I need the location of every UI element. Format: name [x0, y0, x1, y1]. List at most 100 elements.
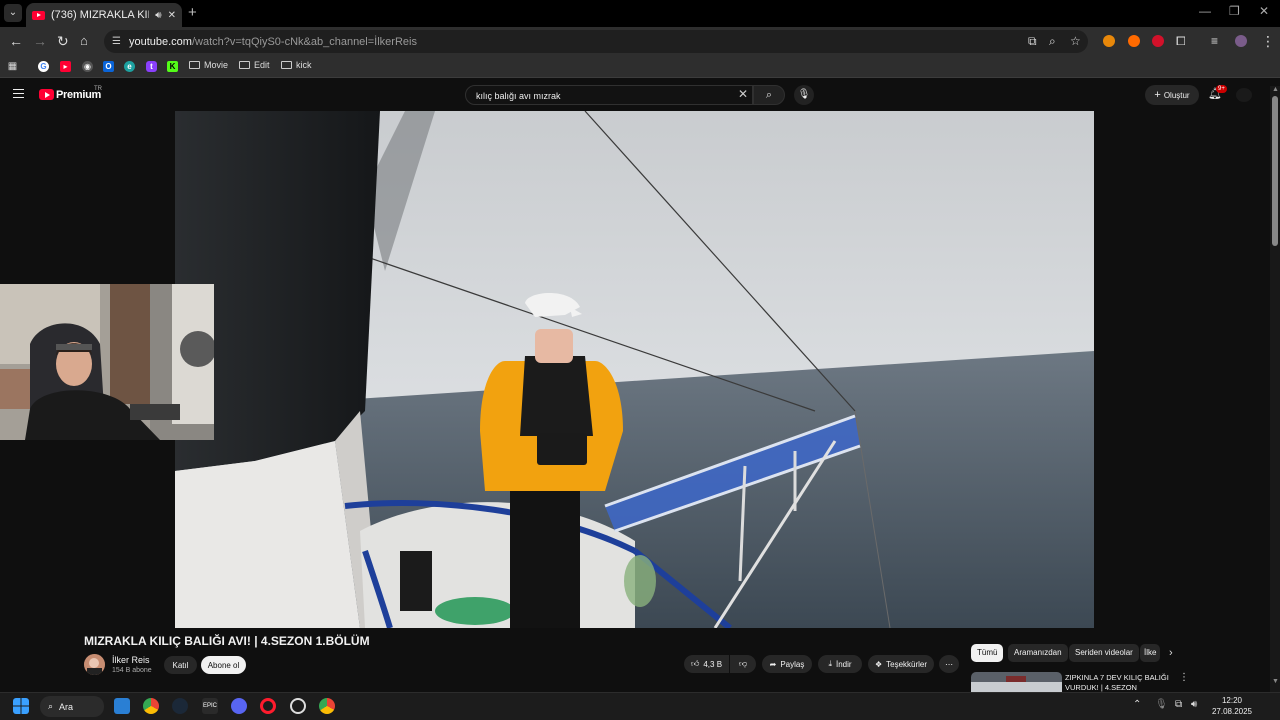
zoom-icon[interactable]: ⌕: [1049, 34, 1056, 49]
windows-taskbar: ⌕ Ara EPIC ⌃ 🎙︎ ⧉ 🔊︎ 12:20 27.08.2025: [0, 692, 1280, 720]
search-clear-icon[interactable]: ✕: [738, 88, 748, 100]
thumbs-down-icon: 👎︎: [738, 659, 748, 668]
chip-series-videos[interactable]: Seriden videolar: [1069, 644, 1139, 662]
recommended-thumbnail[interactable]: [971, 672, 1062, 692]
subscribe-button[interactable]: Abone ol: [201, 656, 246, 674]
window-close-button[interactable]: ✕: [1259, 4, 1269, 18]
kick-bookmark-icon[interactable]: K: [167, 61, 178, 72]
voice-search-button[interactable]: 🎙︎: [794, 85, 814, 105]
profile-avatar-icon[interactable]: [1235, 35, 1247, 47]
hamburger-menu-icon[interactable]: [13, 89, 24, 98]
webcam-overlay: [0, 284, 214, 440]
browser-menu-icon[interactable]: ⋮: [1261, 33, 1275, 49]
speaker-icon[interactable]: 🔊︎: [155, 10, 161, 21]
youtube-bookmark-icon[interactable]: ▸: [60, 61, 71, 72]
new-tab-button[interactable]: +: [188, 4, 197, 21]
video-player[interactable]: [175, 111, 1094, 628]
share-button[interactable]: ➦ Paylaş: [762, 655, 812, 673]
url-host: youtube.com: [128, 35, 192, 48]
back-arrow-icon[interactable]: ←: [9, 33, 23, 49]
search-input[interactable]: kılıç balığı avı mızrak: [465, 85, 753, 105]
scrollbar-thumb[interactable]: [1272, 96, 1278, 246]
google-bookmark-icon[interactable]: G: [38, 61, 49, 72]
create-button[interactable]: + Oluştur: [1145, 85, 1199, 105]
tray-microphone-icon[interactable]: 🎙︎: [1155, 699, 1168, 710]
chips-next-chevron-icon[interactable]: ›: [1169, 647, 1173, 659]
taskbar-search[interactable]: ⌕ Ara: [40, 696, 104, 717]
web-bookmark-icon[interactable]: ◉: [82, 61, 93, 72]
video-title: MIZRAKLA KILIÇ BALIĞI AVI! | 4.SEZON 1.B…: [84, 634, 370, 648]
browser-tab-bar: ⌄ (736) MIZRAKLA KILIÇ BALIĞ 🔊︎ ✕ + — ❐ …: [0, 0, 1280, 27]
photos-app-icon[interactable]: [114, 698, 130, 714]
channel-avatar-image: [84, 654, 105, 675]
recommended-menu-icon[interactable]: ⋮: [1179, 672, 1189, 683]
extensions-puzzle-icon[interactable]: ⧠: [1176, 33, 1186, 49]
youtube-logo-icon[interactable]: [39, 89, 54, 100]
tab-title: (736) MIZRAKLA KILIÇ BALIĞ: [51, 9, 149, 21]
tray-overflow-chevron-icon[interactable]: ⌃: [1133, 699, 1141, 710]
thanks-label: Teşekkürler: [886, 659, 928, 669]
extension-orange-icon[interactable]: [1103, 35, 1115, 47]
thanks-button[interactable]: ❖ Teşekkürler: [868, 655, 934, 673]
twitch-bookmark-icon[interactable]: t: [146, 61, 157, 72]
video-info-section: MIZRAKLA KILIÇ BALIĞI AVI! | 4.SEZON 1.B…: [0, 628, 1270, 692]
download-button[interactable]: ⤓ İndir: [818, 655, 862, 673]
obs-icon[interactable]: [290, 698, 306, 714]
channel-avatar[interactable]: [84, 654, 105, 675]
bookmark-folder-label: Movie: [204, 60, 229, 70]
chip-channel[interactable]: İlke: [1140, 644, 1160, 662]
tab-youtube[interactable]: (736) MIZRAKLA KILIÇ BALIĞ 🔊︎ ✕: [26, 3, 182, 27]
volume-icon[interactable]: 🔊︎: [1191, 699, 1197, 710]
forward-arrow-icon[interactable]: →: [33, 33, 47, 49]
tab-search-chevron-icon[interactable]: ⌄: [4, 4, 22, 22]
tab-close-icon[interactable]: ✕: [168, 10, 176, 21]
windows-start-icon[interactable]: [13, 698, 29, 714]
page-scrollbar[interactable]: ▲ ▼: [1270, 86, 1280, 692]
chip-all[interactable]: Tümü: [971, 644, 1004, 662]
thanks-icon: ❖: [874, 659, 883, 669]
home-icon[interactable]: ⌂: [80, 33, 88, 49]
bookmark-folder-edit[interactable]: Edit: [239, 60, 270, 70]
more-actions-button[interactable]: ⋯: [939, 655, 959, 673]
cast-icon[interactable]: ⧉: [1028, 34, 1037, 49]
chip-from-search[interactable]: Aramanızdan: [1008, 644, 1068, 662]
reading-list-icon[interactable]: ≡: [1211, 33, 1218, 49]
account-avatar[interactable]: [1236, 88, 1252, 102]
opera-gx-icon[interactable]: [260, 698, 276, 714]
minimize-button[interactable]: —: [1199, 4, 1211, 18]
scroll-down-arrow-icon[interactable]: ▼: [1272, 678, 1279, 685]
extension-shield-icon[interactable]: [1152, 35, 1164, 47]
network-icon[interactable]: ⧉: [1175, 699, 1182, 710]
bookmark-folder-movie[interactable]: Movie: [189, 60, 228, 70]
like-button[interactable]: 👍︎ 4,3 B: [684, 655, 729, 673]
bookmark-folder-kick[interactable]: kick: [281, 60, 312, 70]
site-info-icon[interactable]: ☰: [112, 36, 121, 47]
discord-icon[interactable]: [231, 698, 247, 714]
outlook-bookmark-icon[interactable]: O: [103, 61, 114, 72]
channel-name[interactable]: İlker Reis: [112, 655, 150, 665]
search-button[interactable]: ⌕: [753, 85, 785, 105]
address-bar[interactable]: ☰ youtube.com /watch?v=tqQiyS0-cNk&ab_ch…: [104, 30, 1088, 53]
thumbs-up-icon: 👍︎: [690, 659, 700, 668]
chrome-profile-icon[interactable]: [319, 698, 335, 714]
scroll-up-arrow-icon[interactable]: ▲: [1272, 86, 1279, 93]
chrome-icon[interactable]: [143, 698, 159, 714]
bookmark-star-icon[interactable]: ☆: [1070, 34, 1081, 48]
edge-bookmark-icon[interactable]: e: [124, 61, 135, 72]
youtube-header: Premium TR kılıç balığı avı mızrak ✕ ⌕ 🎙…: [0, 78, 1280, 111]
taskbar-clock[interactable]: 12:20 27.08.2025: [1210, 695, 1254, 717]
epic-games-icon[interactable]: EPIC: [202, 698, 218, 714]
extension-fox-icon[interactable]: [1128, 35, 1140, 47]
apps-grid-icon[interactable]: ▦: [7, 61, 18, 72]
recommended-title[interactable]: ZIPKINLA 7 DEV KILIÇ BALIĞI VURDUK! | 4.…: [1065, 673, 1170, 692]
join-button[interactable]: Katıl: [164, 656, 197, 674]
reload-icon[interactable]: ↻: [57, 33, 69, 49]
dislike-button[interactable]: 👎︎: [730, 655, 756, 673]
recommended-title-line: VURDUK! | 4.SEZON 2.BÖLÜM: [1065, 683, 1137, 692]
steam-icon[interactable]: [172, 698, 188, 714]
like-count: 4,3 B: [703, 659, 723, 669]
maximize-button[interactable]: ❐: [1229, 4, 1240, 18]
subscriber-count: 154 B abone: [112, 667, 152, 674]
plus-icon: +: [1154, 89, 1161, 101]
share-label: Paylaş: [780, 659, 805, 669]
